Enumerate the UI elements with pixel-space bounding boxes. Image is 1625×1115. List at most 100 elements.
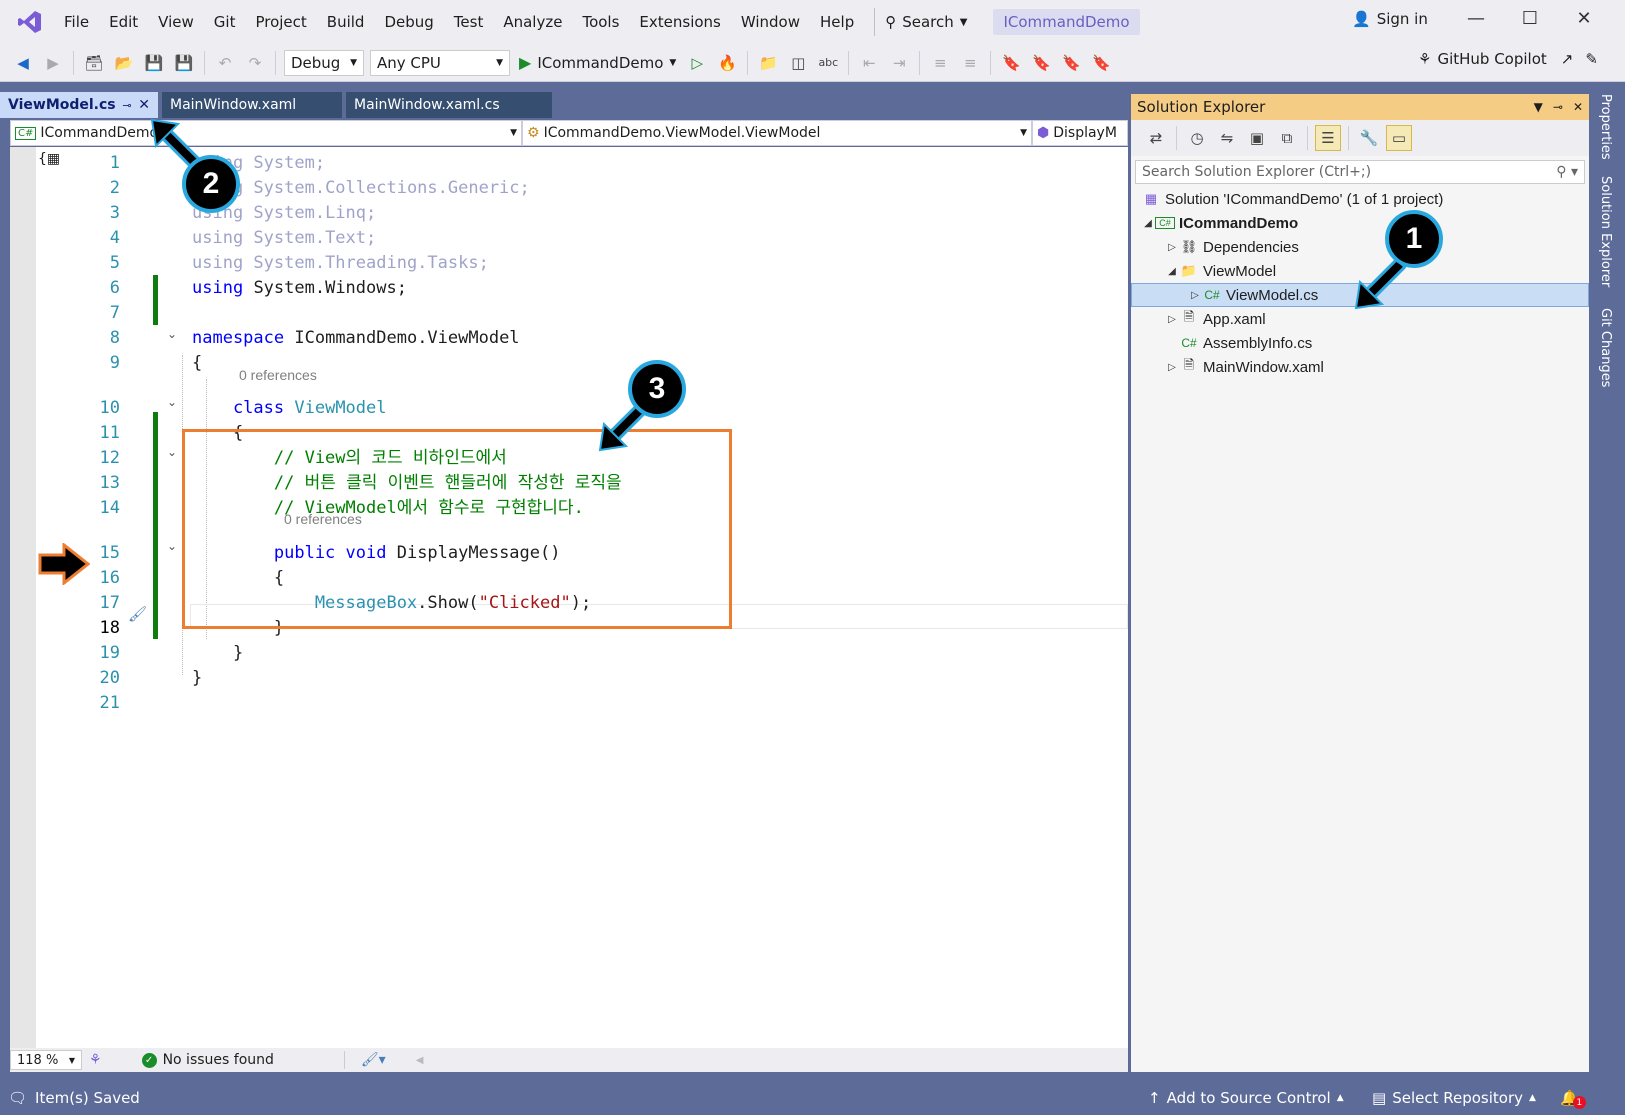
menu-test[interactable]: Test xyxy=(444,0,494,44)
menu-edit[interactable]: Edit xyxy=(99,0,148,44)
tab-mainwindow-xaml[interactable]: MainWindow.xaml xyxy=(162,92,342,118)
collapsed-icon[interactable]: ▷ xyxy=(1165,242,1179,253)
save-icon[interactable]: 💾 xyxy=(141,50,167,76)
pin-icon[interactable]: ⊸ xyxy=(1553,100,1563,114)
tab-mainwindow-xaml-cs[interactable]: MainWindow.xaml.cs xyxy=(346,92,552,118)
close-icon[interactable]: ✕ xyxy=(1573,100,1583,114)
code-line[interactable]: 4 using System.Text; xyxy=(10,226,1128,251)
pending-changes-icon[interactable]: ◷ xyxy=(1184,125,1210,151)
menu-window[interactable]: Window xyxy=(731,0,810,44)
notifications-button[interactable]: 🔔 1 xyxy=(1560,1086,1586,1109)
uncomment-icon[interactable]: ≡ xyxy=(957,50,983,76)
panel-menu-icon[interactable]: ▼ xyxy=(1534,100,1543,114)
menu-project[interactable]: Project xyxy=(245,0,316,44)
menu-build[interactable]: Build xyxy=(317,0,375,44)
collapsed-icon[interactable]: ▷ xyxy=(1188,290,1202,301)
close-icon[interactable]: ✕ xyxy=(138,97,150,113)
filter-icon[interactable]: ☰ xyxy=(1315,125,1341,151)
redo-icon[interactable]: ↷ xyxy=(242,50,268,76)
undo-icon[interactable]: ↶ xyxy=(212,50,238,76)
code-line[interactable]: 6 using System.Windows; xyxy=(10,276,1128,301)
start-without-debugging-icon[interactable]: ▷ xyxy=(684,50,710,76)
close-window-button[interactable]: ✕ xyxy=(1570,8,1598,29)
issues-status[interactable]: No issues found xyxy=(163,1052,274,1068)
collapsed-icon[interactable]: ▷ xyxy=(1165,314,1179,325)
global-search[interactable]: ⚲ Search ▼ xyxy=(874,8,977,36)
code-editor[interactable]: {▦ ⌄ ⌄ ⌄ ⌄ 1using System;2using System.C… xyxy=(10,147,1128,1048)
menu-tools[interactable]: Tools xyxy=(572,0,629,44)
type-dropdown[interactable]: ⚙ ICommandDemo.ViewModel.ViewModel ▼ xyxy=(522,120,1032,146)
layout-icon[interactable]: ◫ xyxy=(785,50,811,76)
code-line[interactable]: 3 using System.Linq; xyxy=(10,201,1128,226)
code-line[interactable]: 20} xyxy=(10,666,1128,691)
switch-views-icon[interactable]: ⇄ xyxy=(1143,125,1169,151)
menu-view[interactable]: View xyxy=(148,0,204,44)
share-icon[interactable]: ↗ xyxy=(1561,50,1574,68)
tree-item-mainwindow-xaml[interactable]: ▷ 🗎 MainWindow.xaml xyxy=(1131,355,1589,379)
menu-analyze[interactable]: Analyze xyxy=(493,0,572,44)
zoom-dropdown[interactable]: 118 % ▼ xyxy=(10,1050,82,1070)
maximize-button[interactable]: ☐ xyxy=(1516,8,1544,29)
start-debugging-button[interactable]: ▶ ICommandDemo ▼ xyxy=(519,53,676,72)
collapsed-icon[interactable]: ▷ xyxy=(1165,362,1179,373)
code-line[interactable]: 21 xyxy=(10,691,1128,716)
minimize-button[interactable]: — xyxy=(1462,8,1490,29)
sync-icon[interactable]: ⇋ xyxy=(1214,125,1240,151)
configuration-dropdown[interactable]: Debug ▼ xyxy=(284,49,364,76)
menu-file[interactable]: File xyxy=(54,0,99,44)
expanded-icon[interactable]: ◢ xyxy=(1165,266,1179,277)
menu-extensions[interactable]: Extensions xyxy=(629,0,730,44)
sign-in-button[interactable]: 👤 Sign in xyxy=(1352,10,1428,28)
side-tab-properties[interactable]: Properties xyxy=(1598,94,1613,160)
code-line[interactable]: 8 namespace ICommandDemo.ViewModel xyxy=(10,326,1128,351)
spell-check-icon[interactable]: abc xyxy=(815,50,841,76)
preview-icon[interactable]: ▭ xyxy=(1386,125,1412,151)
tree-item-dependencies[interactable]: ▷ ⛓ Dependencies xyxy=(1131,235,1589,259)
prev-bookmark-icon[interactable]: 🔖 xyxy=(1028,50,1054,76)
add-to-source-control-button[interactable]: ↑ Add to Source Control ▲ xyxy=(1148,1089,1344,1107)
select-repository-button[interactable]: ▤ Select Repository ▲ xyxy=(1372,1089,1536,1107)
side-tab-git-changes[interactable]: Git Changes xyxy=(1598,308,1613,387)
code-cleanup-icon[interactable]: 🖌▾ xyxy=(361,1052,386,1068)
code-line[interactable]: 5 using System.Threading.Tasks; xyxy=(10,251,1128,276)
new-project-icon[interactable]: 🗃 xyxy=(81,50,107,76)
collapse-all-icon[interactable]: ▣ xyxy=(1244,125,1270,151)
tree-item-solution[interactable]: ▦ Solution 'ICommandDemo' (1 of 1 projec… xyxy=(1131,187,1589,211)
platform-dropdown[interactable]: Any CPU ▼ xyxy=(370,49,510,76)
show-all-files-icon[interactable]: ⧉ xyxy=(1274,125,1300,151)
next-bookmark-icon[interactable]: 🔖 xyxy=(1058,50,1084,76)
menu-debug[interactable]: Debug xyxy=(374,0,443,44)
member-dropdown[interactable]: ⬢ DisplayM xyxy=(1032,120,1128,146)
save-all-icon[interactable]: 💾 xyxy=(171,50,197,76)
expanded-icon[interactable]: ◢ xyxy=(1141,218,1155,229)
tree-item-assemblyinfo[interactable]: C# AssemblyInfo.cs xyxy=(1131,331,1589,355)
project-dropdown[interactable]: C# ICommandDemo ▼ xyxy=(10,120,522,146)
pin-icon[interactable]: ⊸ xyxy=(122,99,131,112)
code-line[interactable]: 2 using System.Collections.Generic; xyxy=(10,176,1128,201)
align-left-icon[interactable]: ⇤ xyxy=(856,50,882,76)
brush-icon[interactable]: 🖌 xyxy=(128,605,147,623)
codelens-references[interactable]: 0 references xyxy=(239,367,317,383)
feedback-icon[interactable]: ✎ xyxy=(1585,50,1598,68)
navigate-forward-icon[interactable]: ▶ xyxy=(40,50,66,76)
menu-git[interactable]: Git xyxy=(204,0,246,44)
bookmark-icon[interactable]: 🔖 xyxy=(998,50,1024,76)
github-copilot-button[interactable]: ⚘ GitHub Copilot ↗ ✎ xyxy=(1418,50,1598,68)
open-file-icon[interactable]: 📂 xyxy=(111,50,137,76)
comment-icon[interactable]: ≡ xyxy=(927,50,953,76)
side-tab-solution-explorer[interactable]: Solution Explorer xyxy=(1598,176,1613,287)
clear-bookmarks-icon[interactable]: 🔖 xyxy=(1088,50,1114,76)
menu-help[interactable]: Help xyxy=(810,0,864,44)
hot-reload-icon[interactable]: 🔥 xyxy=(714,50,740,76)
code-line[interactable]: 10 class ViewModel xyxy=(10,396,1128,421)
tree-item-project[interactable]: ◢ C# ICommandDemo xyxy=(1131,211,1589,235)
align-right-icon[interactable]: ⇥ xyxy=(886,50,912,76)
solution-search-input[interactable]: Search Solution Explorer (Ctrl+;) ⚲ ▾ xyxy=(1135,160,1585,184)
code-line[interactable]: 9{ xyxy=(10,351,1128,376)
properties-icon[interactable]: 🔧 xyxy=(1356,125,1382,151)
solution-folder-icon[interactable]: 📁 xyxy=(755,50,781,76)
tab-viewmodel-cs[interactable]: ViewModel.cs ⊸ ✕ xyxy=(0,92,158,118)
copilot-status-icon[interactable]: ⚘ xyxy=(89,1052,102,1068)
scroll-left-icon[interactable]: ◀ xyxy=(416,1055,424,1066)
code-line[interactable]: 7 xyxy=(10,301,1128,326)
